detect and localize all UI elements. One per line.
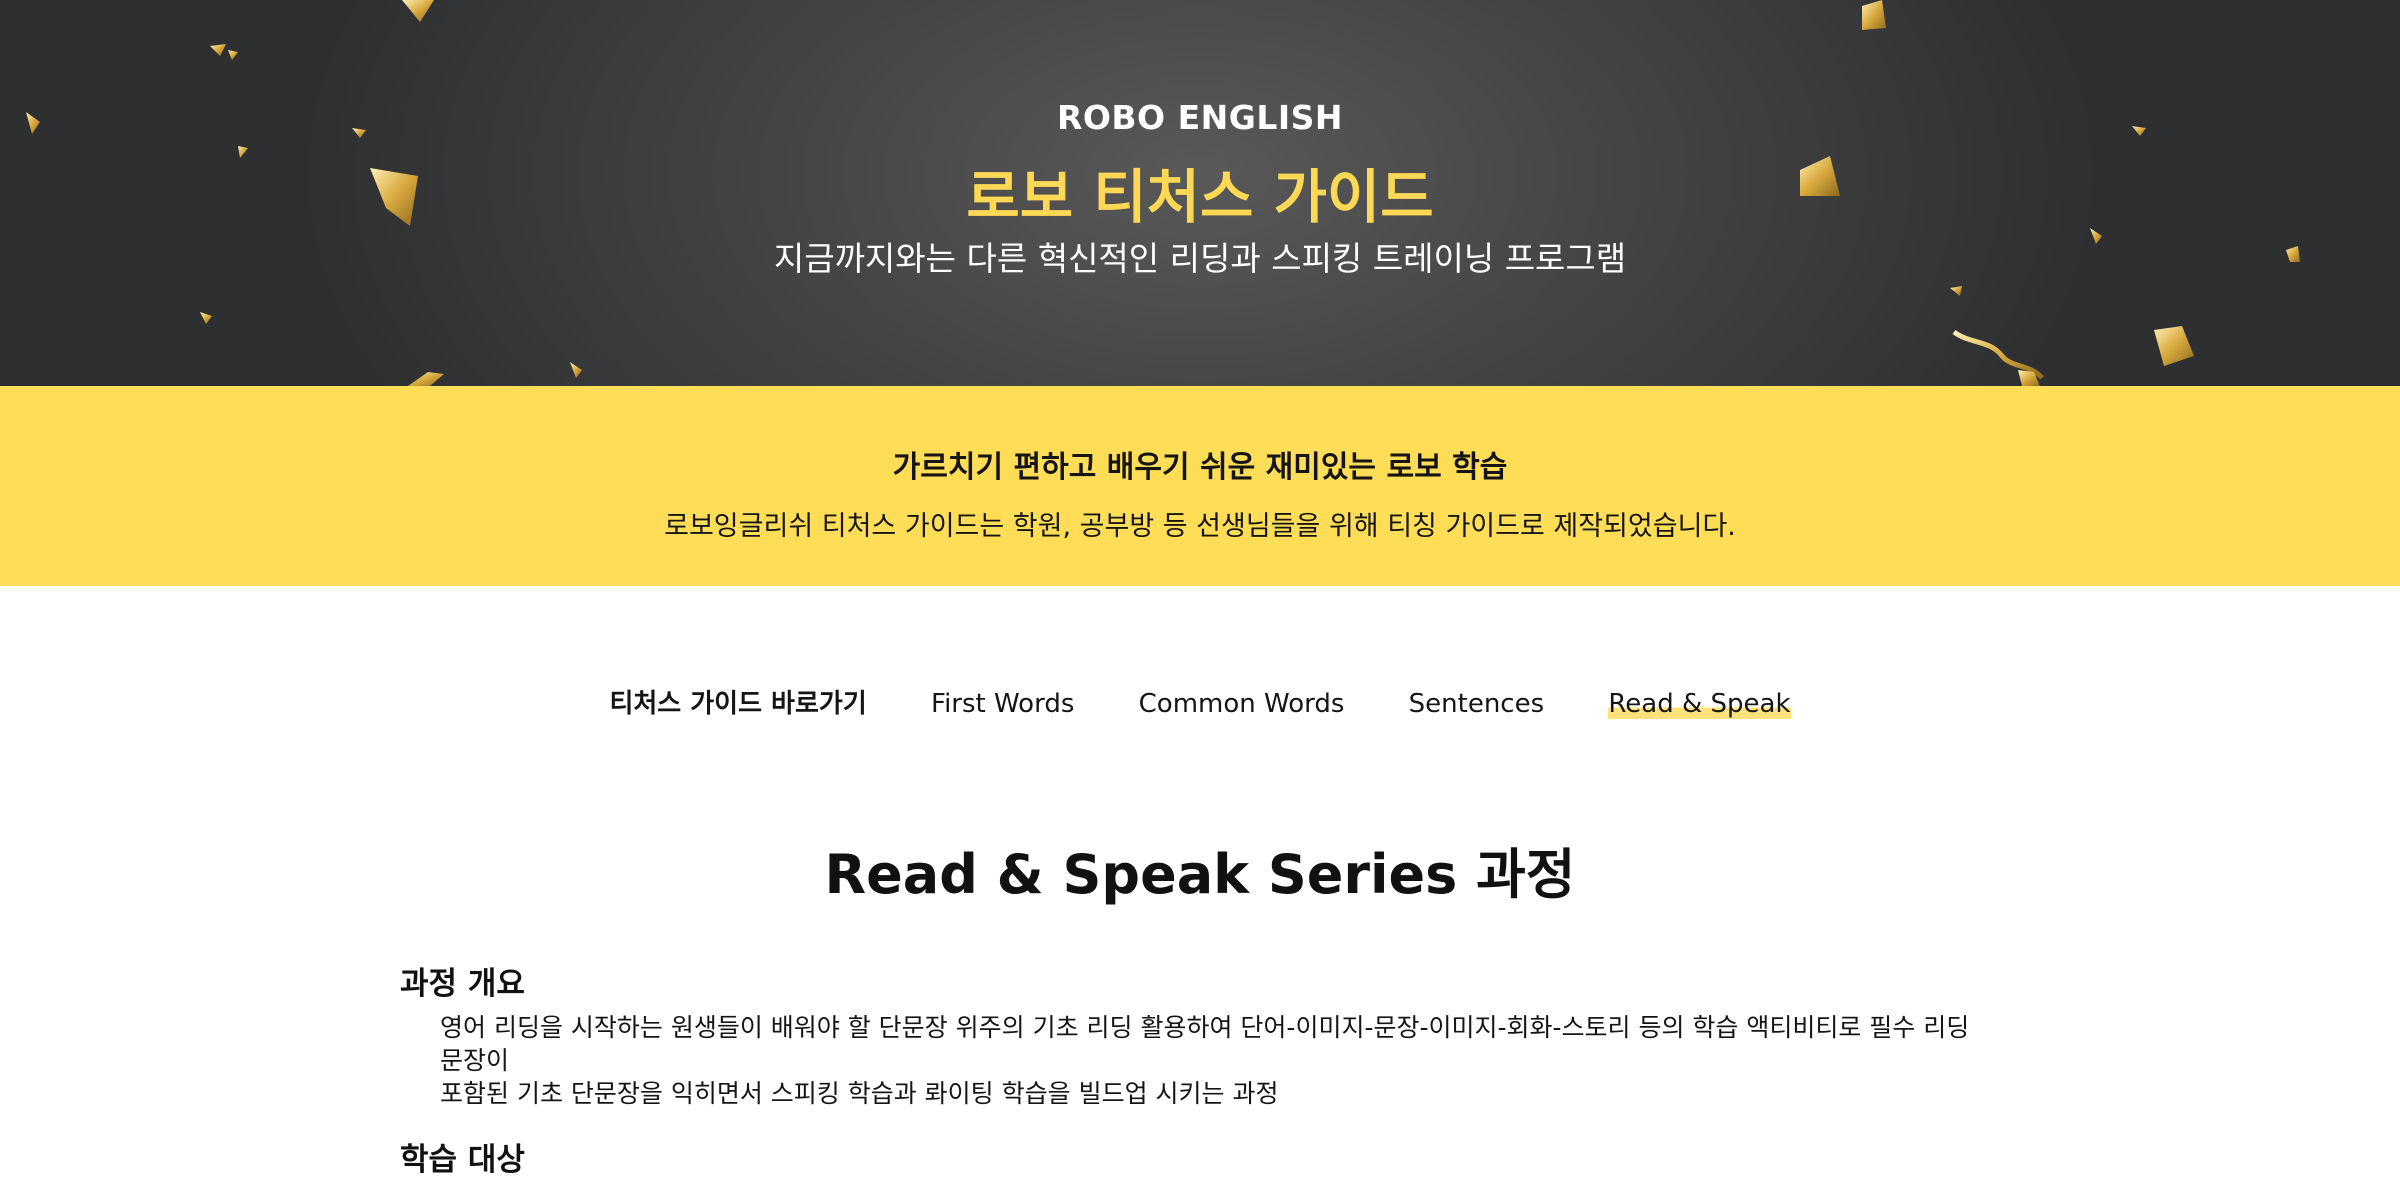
- hero-title: 로보 티처스 가이드: [966, 163, 1434, 231]
- intro-band: 가르치기 편하고 배우기 쉬운 재미있는 로보 학습 로보잉글리쉬 티처스 가이…: [0, 386, 2400, 586]
- hero-subtitle: 지금까지와는 다른 혁신적인 리딩과 스피킹 트레이닝 프로그램: [773, 239, 1627, 278]
- nav-link-read-and-speak[interactable]: Read & Speak: [1608, 689, 1791, 719]
- nav-link-first-words[interactable]: First Words: [931, 689, 1074, 719]
- intro-subtitle: 로보잉글리쉬 티처스 가이드는 학원, 공부방 등 선생님들을 위해 티칭 가이…: [664, 511, 1736, 542]
- intro-title: 가르치기 편하고 배우기 쉬운 재미있는 로보 학습: [892, 450, 1508, 485]
- section-body-overview: 영어 리딩을 시작하는 원생들이 배워야 할 단문장 위주의 기초 리딩 활용하…: [440, 1011, 2000, 1110]
- nav-link-common-words[interactable]: Common Words: [1139, 689, 1345, 719]
- nav-link-sentences[interactable]: Sentences: [1409, 689, 1544, 719]
- overview-line: 포함된 기초 단문장을 익히면서 스피킹 학습과 롸이팅 학습을 빌드업 시키는…: [440, 1079, 1279, 1108]
- nav-title: 티처스 가이드 바로가기: [609, 689, 867, 719]
- page-title: Read & Speak Series 과정: [824, 843, 1576, 906]
- hero-eyebrow: ROBO ENGLISH: [1056, 98, 1344, 137]
- guide-nav: 티처스 가이드 바로가기 First Words Common Words Se…: [0, 683, 2400, 720]
- hero-banner: ROBO ENGLISH 로보 티처스 가이드 지금까지와는 다른 혁신적인 리…: [0, 0, 2400, 386]
- section-heading-target: 학습 대상: [400, 1142, 525, 1178]
- overview-line: 영어 리딩을 시작하는 원생들이 배워야 할 단문장 위주의 기초 리딩 활용하…: [440, 1013, 1970, 1075]
- section-heading-overview: 과정 개요: [400, 966, 525, 1002]
